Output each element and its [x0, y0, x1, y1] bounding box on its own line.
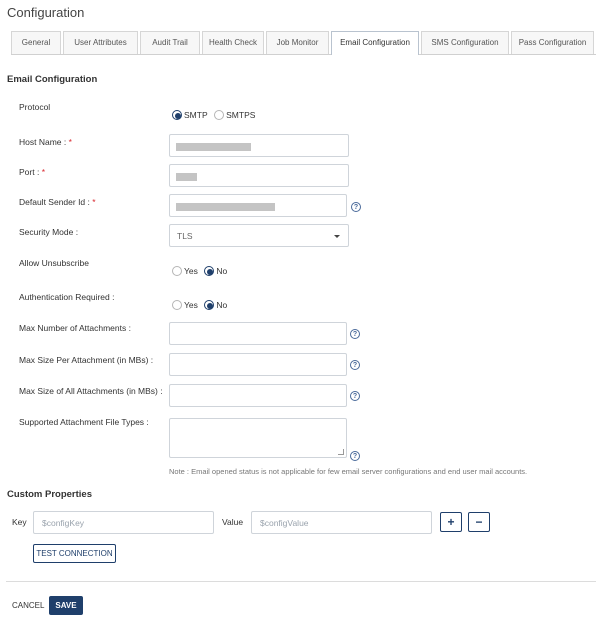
tab-sms-configuration[interactable]: SMS Configuration — [421, 31, 509, 54]
radio-smtp[interactable] — [172, 109, 182, 120]
radio-unsubscribe-no[interactable] — [204, 265, 215, 276]
max-size-per-label: Max Size Per Attachment (in MBs) : — [19, 355, 154, 365]
section-title-email: Email Configuration — [7, 74, 98, 85]
config-key-placeholder: $configKey — [42, 518, 85, 528]
remove-property-button[interactable]: − — [468, 512, 490, 532]
save-button[interactable]: SAVE — [49, 596, 83, 615]
cancel-button[interactable]: CANCEL — [12, 601, 44, 610]
default-sender-input[interactable] — [169, 194, 347, 217]
host-name-input[interactable] — [169, 134, 349, 157]
chevron-down-icon — [334, 235, 340, 238]
radio-auth-yes-label: Yes — [184, 299, 198, 310]
tab-email-configuration[interactable]: Email Configuration — [331, 31, 419, 55]
radio-unsubscribe-yes-label: Yes — [184, 265, 198, 276]
tab-job-monitor[interactable]: Job Monitor — [266, 31, 329, 54]
security-mode-select[interactable]: TLS — [169, 224, 349, 247]
tab-pass-configuration[interactable]: Pass Configuration — [511, 31, 594, 54]
redacted-value — [176, 203, 275, 211]
auth-required-label: Authentication Required : — [19, 292, 115, 302]
tab-audit-trail[interactable]: Audit Trail — [140, 31, 200, 54]
max-attachments-input[interactable] — [169, 322, 347, 345]
config-value-input[interactable]: $configValue — [251, 511, 432, 534]
file-types-textarea[interactable] — [169, 418, 347, 458]
plus-icon: + — [447, 515, 455, 529]
help-icon[interactable]: ? — [350, 329, 360, 339]
key-label: Key — [12, 517, 27, 527]
resize-grip-icon[interactable] — [338, 449, 344, 455]
max-attachments-label: Max Number of Attachments : — [19, 323, 131, 333]
radio-unsubscribe-yes[interactable] — [172, 265, 182, 276]
allow-unsubscribe-radio-group: Yes No — [172, 265, 231, 276]
email-status-note: Note : Email opened status is not applic… — [169, 467, 528, 476]
radio-auth-no-label: No — [216, 299, 228, 310]
tab-health-check[interactable]: Health Check — [202, 31, 264, 54]
radio-auth-yes[interactable] — [172, 299, 182, 310]
protocol-radio-group: SMTP SMTPS — [172, 109, 259, 120]
section-title-custom-properties: Custom Properties — [7, 489, 92, 500]
max-size-all-label: Max Size of All Attachments (in MBs) : — [19, 386, 163, 396]
max-size-per-input[interactable] — [169, 353, 347, 376]
protocol-label: Protocol — [19, 102, 51, 112]
security-mode-value: TLS — [177, 231, 193, 241]
help-icon[interactable]: ? — [350, 391, 360, 401]
security-mode-label: Security Mode : — [19, 227, 79, 237]
help-icon[interactable]: ? — [350, 451, 360, 461]
radio-unsubscribe-no-label: No — [216, 265, 228, 276]
tab-general[interactable]: General — [11, 31, 61, 54]
radio-smtps-label: SMTPS — [226, 109, 256, 120]
config-value-placeholder: $configValue — [260, 518, 309, 528]
help-icon[interactable]: ? — [351, 202, 361, 212]
help-icon[interactable]: ? — [350, 360, 360, 370]
host-name-label: Host Name : * — [19, 137, 72, 147]
tab-bar: General User Attributes Audit Trail Heal… — [11, 31, 596, 55]
redacted-value — [176, 173, 197, 181]
radio-auth-no[interactable] — [204, 299, 215, 310]
auth-required-radio-group: Yes No — [172, 299, 231, 310]
minus-icon: − — [475, 515, 483, 529]
redacted-value — [176, 143, 251, 151]
radio-smtp-label: SMTP — [184, 109, 208, 120]
add-property-button[interactable]: + — [440, 512, 462, 532]
default-sender-label: Default Sender Id : * — [19, 197, 96, 207]
allow-unsubscribe-label: Allow Unsubscribe — [19, 258, 89, 268]
page-title: Configuration — [7, 5, 85, 20]
radio-smtps[interactable] — [214, 109, 225, 120]
file-types-label: Supported Attachment File Types : — [19, 417, 149, 427]
tab-user-attributes[interactable]: User Attributes — [63, 31, 138, 54]
config-key-input[interactable]: $configKey — [33, 511, 214, 534]
port-label: Port : * — [19, 167, 45, 177]
port-input[interactable] — [169, 164, 349, 187]
max-size-all-input[interactable] — [169, 384, 347, 407]
test-connection-button[interactable]: TEST CONNECTION — [33, 544, 116, 563]
value-label: Value — [222, 517, 244, 527]
footer-divider — [6, 581, 596, 582]
